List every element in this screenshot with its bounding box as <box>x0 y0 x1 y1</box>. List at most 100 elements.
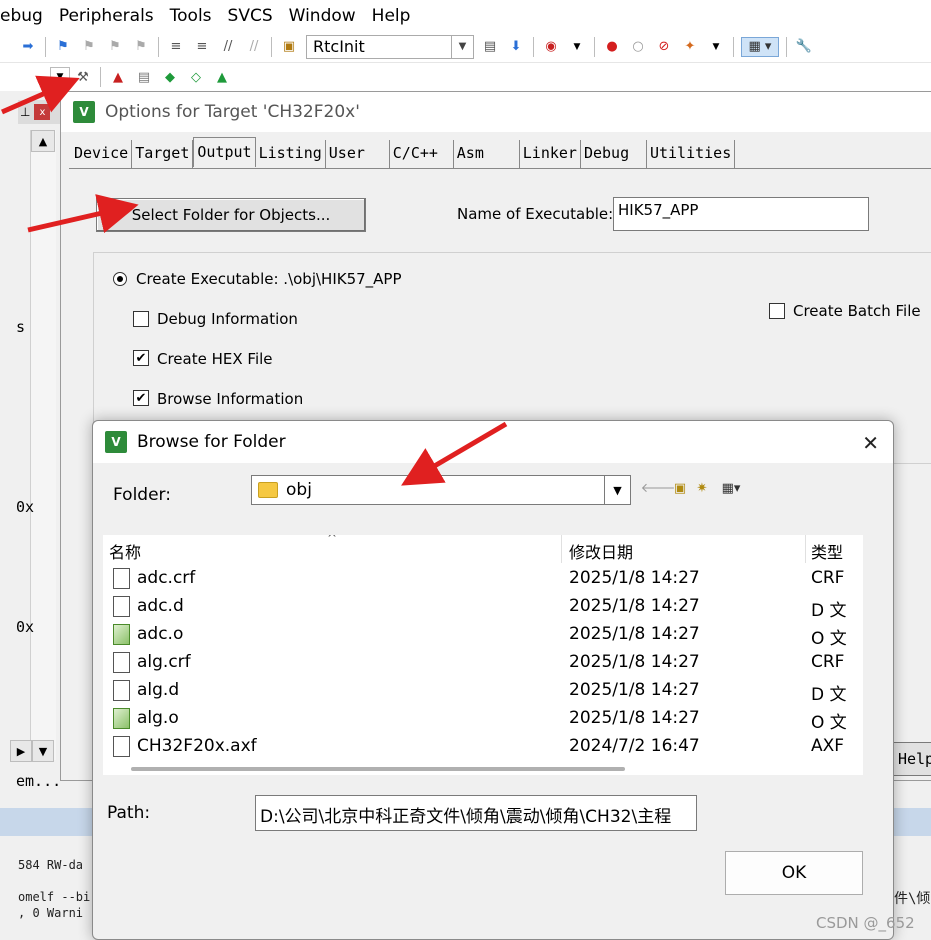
back-arrow-icon[interactable]: 🡐 <box>641 479 676 497</box>
browse-dialog-titlebar[interactable]: V Browse for Folder ✕ <box>93 421 893 463</box>
scroll-down-icon[interactable]: ▼ <box>32 740 54 762</box>
tab-c-cpp[interactable]: C/C++ <box>390 140 454 168</box>
menu-tools[interactable]: Tools <box>162 6 220 26</box>
browse-information-checkbox[interactable]: ✔ <box>133 390 149 406</box>
debug-session-icon[interactable]: ◉ <box>541 37 561 57</box>
menu-bar: ebug Peripherals Tools SVCS Window Help <box>0 0 931 31</box>
pane-text: s <box>16 318 26 336</box>
name-of-executable-field[interactable]: HIK57_APP <box>613 197 869 231</box>
file-row[interactable]: adc.o 2025/1/8 14:27 O 文 <box>103 621 863 649</box>
file-row[interactable]: adc.crf 2025/1/8 14:27 CRF <box>103 565 863 593</box>
unindent-icon[interactable]: ≡ <box>192 37 212 57</box>
chevron-down-icon[interactable]: ▼ <box>50 67 70 87</box>
tab-target[interactable]: Target <box>132 140 194 168</box>
close-icon[interactable]: x <box>34 104 51 120</box>
select-folder-button[interactable]: Select Folder for Objects... <box>96 198 366 232</box>
configure-icon[interactable]: ▤ <box>480 37 500 57</box>
tab-utilities[interactable]: Utilities <box>647 140 736 168</box>
tab-device[interactable]: Device <box>71 140 133 168</box>
bookmark-icon[interactable]: ⚑ <box>53 37 73 57</box>
manage-project-icon[interactable]: ▤ <box>134 67 154 87</box>
file-row[interactable]: alg.o 2025/1/8 14:27 O 文 <box>103 705 863 733</box>
menu-window[interactable]: Window <box>281 6 364 26</box>
chevron-down-icon[interactable]: ▼ <box>706 37 726 57</box>
menu-peripherals[interactable]: Peripherals <box>51 6 162 26</box>
folder-icon <box>258 482 278 498</box>
breakpoint-clear-icon[interactable]: ⊘ <box>654 37 674 57</box>
log-line-right: 件\倾 <box>894 891 931 907</box>
file-row[interactable]: CH32F20x.axf 2024/7/2 16:47 AXF <box>103 733 863 761</box>
rte-icon[interactable]: ▲ <box>212 67 232 87</box>
file-list[interactable]: ^ 名称 修改日期 类型 adc.crf 2025/1/8 14:27 CRF adc… <box>103 535 863 775</box>
arrow-right-icon[interactable]: ➡ <box>18 37 38 57</box>
folder-combo[interactable]: obj ▼ <box>251 475 631 505</box>
indent-icon[interactable]: ≡ <box>166 37 186 57</box>
create-batch-checkbox[interactable] <box>769 303 785 319</box>
menu-svcs[interactable]: SVCS <box>220 6 281 26</box>
file-type: AXF <box>811 736 845 756</box>
tab-output[interactable]: Output <box>193 137 256 167</box>
breakpoint-kill-icon[interactable]: ✦ <box>680 37 700 57</box>
chevron-down-icon[interactable]: ▼ <box>451 35 473 58</box>
debug-information-checkbox[interactable] <box>133 311 149 327</box>
create-executable-radio[interactable] <box>113 272 127 286</box>
file-date: 2025/1/8 14:27 <box>569 652 700 672</box>
up-folder-icon[interactable]: ▣ <box>671 479 689 497</box>
toolbar-main: ➡ ⚑ ⚑ ⚑ ⚑ ≡ ≡ // // ▣ RtcInit ▼ ▤ ⬇ ◉ ▼ … <box>0 31 931 63</box>
log-line: omelf --bi <box>18 890 91 904</box>
breakpoint-disable-icon[interactable]: ○ <box>628 37 648 57</box>
tab-asm[interactable]: Asm <box>454 140 520 168</box>
column-header-name[interactable]: 名称 <box>109 539 141 563</box>
uncomment-icon[interactable]: // <box>244 37 264 57</box>
options-dialog-titlebar[interactable]: V Options for Target 'CH32F20x' <box>61 92 931 132</box>
ok-button[interactable]: OK <box>725 851 863 895</box>
window-layout-icon[interactable]: ▦ ▾ <box>741 36 779 57</box>
file-row[interactable]: adc.d 2025/1/8 14:27 D 文 <box>103 593 863 621</box>
breakpoint-icon[interactable]: ● <box>602 37 622 57</box>
tab-linker[interactable]: Linker <box>520 140 581 168</box>
create-batch-label: Create Batch File <box>793 302 921 320</box>
scroll-up-icon[interactable]: ▲ <box>31 130 55 152</box>
column-divider <box>805 535 806 563</box>
tab-listing[interactable]: Listing <box>256 140 326 168</box>
tab-debug[interactable]: Debug <box>581 140 647 168</box>
create-hex-checkbox[interactable]: ✔ <box>133 350 149 366</box>
file-date: 2025/1/8 14:27 <box>569 708 700 728</box>
bookmark-clear-icon[interactable]: ⚑ <box>131 37 151 57</box>
tab-user[interactable]: User <box>326 140 390 168</box>
comment-icon[interactable]: // <box>218 37 238 57</box>
column-header-modified[interactable]: 修改日期 <box>569 539 633 563</box>
options-for-target-icon[interactable]: ⚒ <box>73 67 93 87</box>
file-date: 2025/1/8 14:27 <box>569 680 700 700</box>
help-button[interactable]: Help <box>891 742 931 776</box>
new-folder-icon[interactable]: ✷ <box>693 479 711 497</box>
column-header-type[interactable]: 类型 <box>811 539 843 563</box>
project-tab-label[interactable]: em... <box>16 772 61 790</box>
translate-icon[interactable]: ⬇ <box>506 37 526 57</box>
wrench-icon[interactable]: 🔧 <box>794 37 814 57</box>
bookmark-next-icon[interactable]: ⚑ <box>105 37 125 57</box>
select-software-packs-icon[interactable]: ◆ <box>160 67 180 87</box>
chevron-down-icon[interactable]: ▼ <box>604 476 630 504</box>
pack-installer-icon[interactable]: ◇ <box>186 67 206 87</box>
pin-icon[interactable]: ⊥ <box>20 105 30 119</box>
menu-debug[interactable]: ebug <box>0 6 51 26</box>
browse-information-label: Browse Information <box>157 390 304 408</box>
column-divider <box>561 535 562 563</box>
scroll-right-icon[interactable]: ▶ <box>10 740 32 762</box>
watermark: CSDN @_652 <box>816 914 915 932</box>
chevron-down-icon[interactable]: ▼ <box>567 37 587 57</box>
path-field[interactable]: D:\公司\北京中科正奇文件\倾角\震动\倾角\CH32\主程 <box>255 795 697 831</box>
manage-components-icon[interactable]: ▲ <box>108 67 128 87</box>
target-combo[interactable]: RtcInit ▼ <box>306 34 474 59</box>
file-row[interactable]: alg.crf 2025/1/8 14:27 CRF <box>103 649 863 677</box>
bookmark-prev-icon[interactable]: ⚑ <box>79 37 99 57</box>
find-in-files-icon[interactable]: ▣ <box>279 37 299 57</box>
project-pane-scrollbar[interactable]: ▲ <box>30 130 56 760</box>
file-row[interactable]: alg.d 2025/1/8 14:27 D 文 <box>103 677 863 705</box>
close-icon[interactable]: ✕ <box>862 431 879 455</box>
file-list-hscroll-thumb[interactable] <box>131 767 625 771</box>
menu-help[interactable]: Help <box>364 6 419 26</box>
file-icon <box>113 568 130 589</box>
view-menu-icon[interactable]: ▦▾ <box>715 479 747 497</box>
